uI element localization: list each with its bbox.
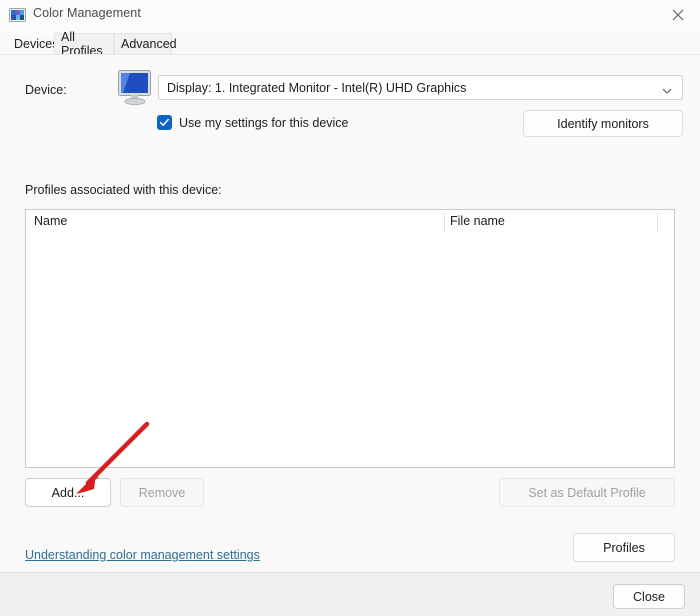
device-select[interactable]: Display: 1. Integrated Monitor - Intel(R… [158, 75, 683, 100]
set-as-default-profile-label: Set as Default Profile [528, 485, 646, 500]
set-as-default-profile-button[interactable]: Set as Default Profile [499, 478, 675, 507]
remove-button-label: Remove [138, 485, 186, 500]
column-header-name[interactable]: Name [34, 214, 67, 228]
column-header-file-name[interactable]: File name [450, 214, 505, 228]
add-button[interactable]: Add... [25, 478, 111, 507]
close-icon[interactable] [655, 0, 700, 30]
use-my-settings-checkbox-row[interactable]: Use my settings for this device [157, 115, 349, 130]
tab-advanced-label: Advanced [121, 37, 177, 51]
identify-monitors-label: Identify monitors [557, 116, 649, 131]
tab-all-profiles[interactable]: All Profiles [54, 30, 114, 58]
title-bar: Color Management [0, 0, 700, 30]
tab-devices-label: Devices [14, 37, 59, 51]
window-title: Color Management [33, 6, 141, 20]
color-management-icon [9, 7, 26, 24]
remove-button[interactable]: Remove [120, 478, 204, 507]
device-select-value: Display: 1. Integrated Monitor - Intel(R… [167, 80, 467, 95]
profiles-list-header: Name File name [26, 210, 674, 235]
color-management-dialog: Color Management Devices All Profiles Ad… [0, 0, 700, 616]
device-label: Device: [25, 83, 67, 97]
profiles-button-label: Profiles [603, 540, 645, 555]
understanding-color-management-link[interactable]: Understanding color management settings [25, 548, 260, 562]
use-my-settings-checkbox[interactable] [157, 115, 172, 130]
add-button-label: Add... [51, 485, 85, 500]
column-divider-2[interactable] [657, 213, 658, 232]
dialog-footer [0, 572, 700, 616]
use-my-settings-label: Use my settings for this device [179, 115, 349, 130]
tab-devices[interactable]: Devices [8, 33, 58, 54]
close-button-label: Close [633, 589, 665, 604]
profiles-button[interactable]: Profiles [573, 533, 675, 562]
column-divider-1[interactable] [444, 213, 445, 232]
tab-strip: Devices All Profiles Advanced [0, 30, 700, 58]
tab-advanced[interactable]: Advanced [114, 33, 177, 54]
profiles-list[interactable]: Name File name [25, 209, 675, 468]
profiles-associated-label: Profiles associated with this device: [25, 183, 222, 197]
monitor-icon [117, 69, 155, 106]
identify-monitors-button[interactable]: Identify monitors [523, 110, 683, 137]
chevron-down-icon [662, 83, 672, 94]
close-button[interactable]: Close [613, 584, 685, 609]
